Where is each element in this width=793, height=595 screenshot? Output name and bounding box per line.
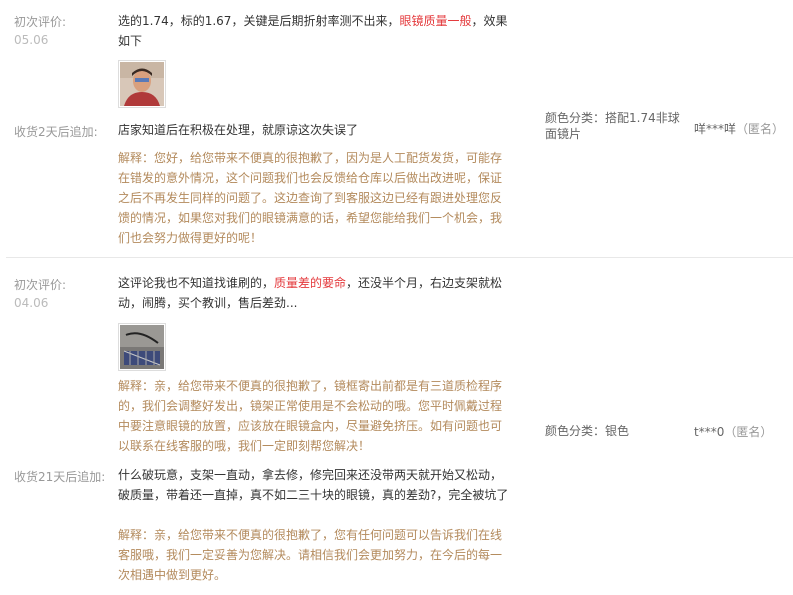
review-photo-thumbnail[interactable]: [118, 323, 166, 371]
seller-reply: 解释：亲，给您带来不便真的很抱歉了，镜框寄出前都是有三道质检程序的，我们会调整好…: [118, 379, 503, 453]
review-content: 这评论我也不知道找谁刷的，质量差的要命，还没半个月，右边支架就松动，闹腾，买个教…: [118, 276, 503, 310]
sku-info: 颜色分类：银色: [545, 424, 630, 438]
review-date: 05.06: [14, 33, 49, 47]
review-divider: [6, 257, 793, 258]
reviewer-name: 咩***咩（匿名）: [694, 122, 785, 136]
review-item: 初次评价: 05.06 选的1.74，标的1.67，关键是后期折射率测不出来，眼…: [0, 0, 793, 258]
review-photo-thumbnail[interactable]: [118, 60, 166, 108]
review-date: 04.06: [14, 296, 49, 310]
initial-review-label: 初次评价:: [14, 15, 67, 29]
seller-followup-reply: 解释：亲，给您带来不便真的很抱歉了，您有任何问题可以告诉我们在线客服哦，我们一定…: [118, 528, 503, 582]
anonymous-tag: （匿名）: [736, 122, 785, 136]
review-item: 初次评价: 04.06 这评论我也不知道找谁刷的，质量差的要命，还没半个月，右边…: [0, 259, 793, 595]
anonymous-tag: （匿名）: [724, 425, 773, 439]
highlight-keyword: 眼镜质量一般: [399, 14, 472, 28]
followup-content: 店家知道后在积极在处理，就原谅这次失误了: [118, 123, 359, 137]
sku-info: 颜色分类：搭配1.74非球面镜片: [545, 111, 680, 141]
followup-content: 什么破玩意，支架一直动，拿去修，修完回来还没带两天就开始又松动，破质量，带着还一…: [118, 468, 509, 502]
followup-label: 收货2天后追加:: [14, 125, 98, 139]
seller-reply: 解释：您好，给您带来不便真的很抱歉了，因为是人工配货发货，可能存在错发的意外情况…: [118, 151, 503, 245]
followup-label: 收货21天后追加:: [14, 470, 106, 484]
reviewer-name: t***0（匿名）: [694, 425, 773, 439]
initial-review-label: 初次评价:: [14, 278, 67, 292]
review-content: 选的1.74，标的1.67，关键是后期折射率测不出来，眼镜质量一般，效果如下: [118, 14, 508, 48]
highlight-keyword: 质量差的要命: [274, 276, 347, 290]
